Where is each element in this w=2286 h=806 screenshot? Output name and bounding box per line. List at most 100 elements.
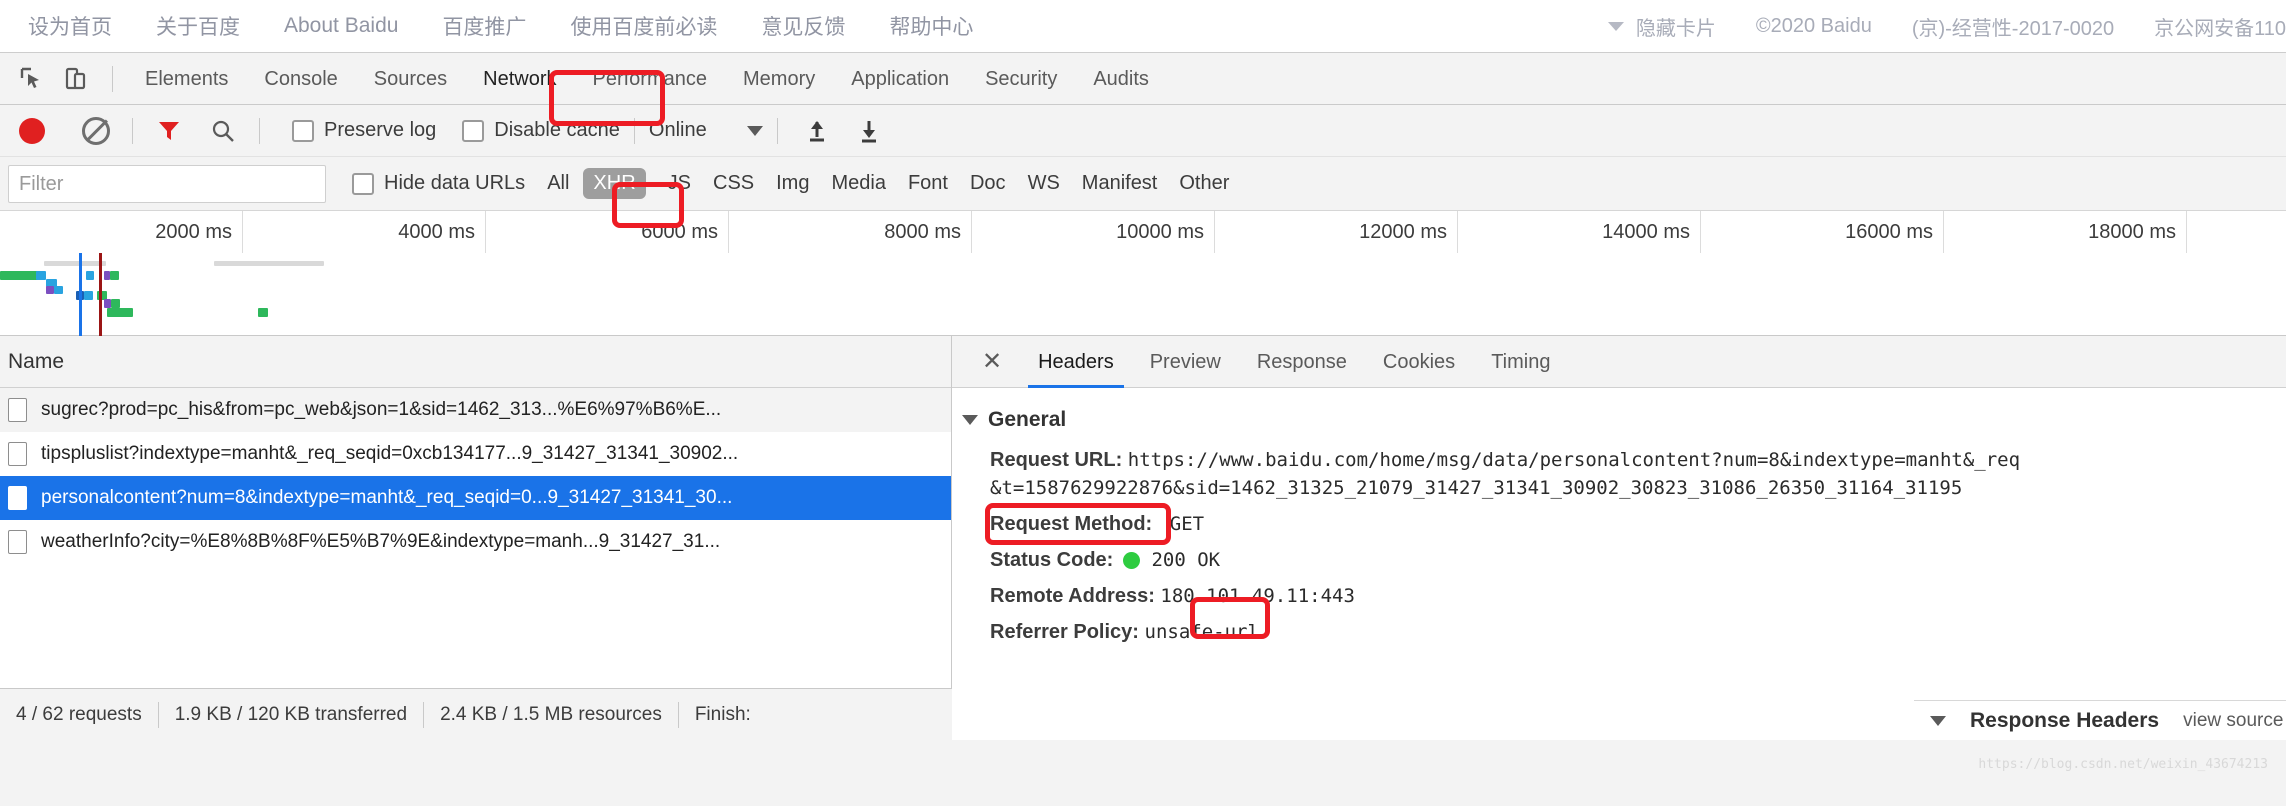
tab-console[interactable]: Console bbox=[246, 53, 355, 105]
chevron-down-icon[interactable] bbox=[746, 125, 763, 136]
toolbar-divider-2 bbox=[259, 117, 260, 144]
dom-content-loaded-marker bbox=[79, 253, 82, 336]
detail-tab-timing[interactable]: Timing bbox=[1473, 336, 1568, 388]
baidu-footer-bar: 设为首页 关于百度 About Baidu 百度推广 使用百度前必读 意见反馈 … bbox=[0, 0, 2286, 52]
hide-cards-button[interactable]: 隐藏卡片 bbox=[1607, 12, 1716, 41]
import-har-button[interactable] bbox=[802, 116, 832, 146]
devtools-panel: Elements Console Sources Network Perform… bbox=[0, 52, 2286, 806]
baidu-link-feedback[interactable]: 意见反馈 bbox=[761, 11, 845, 41]
overview-bar bbox=[111, 299, 120, 308]
table-row[interactable]: weatherInfo?city=%E8%8B%8F%E5%B7%9E&inde… bbox=[0, 520, 951, 564]
export-har-button[interactable] bbox=[854, 116, 884, 146]
search-button[interactable] bbox=[205, 113, 241, 149]
overview-bar bbox=[107, 308, 133, 317]
baidu-link-must-read[interactable]: 使用百度前必读 bbox=[570, 11, 717, 41]
detail-tab-headers[interactable]: Headers bbox=[1020, 336, 1132, 388]
inspect-element-icon[interactable] bbox=[14, 61, 50, 97]
tab-audits[interactable]: Audits bbox=[1075, 53, 1167, 105]
tab-sources[interactable]: Sources bbox=[356, 53, 465, 105]
overview-bar bbox=[54, 286, 63, 294]
filter-type-font[interactable]: Font bbox=[908, 172, 948, 195]
disable-cache-checkbox[interactable]: Disable cache bbox=[462, 119, 620, 142]
preserve-log-checkbox[interactable]: Preserve log bbox=[292, 119, 436, 142]
preserve-log-box[interactable] bbox=[292, 119, 314, 142]
request-url-value-continued[interactable]: &t=1587629922876&sid=1462_31325_21079_31… bbox=[990, 477, 1962, 499]
hide-data-urls-box[interactable] bbox=[352, 172, 374, 195]
request-url-label: Request URL: bbox=[990, 449, 1123, 471]
icp-text: 京公网安备110 bbox=[2154, 17, 2286, 40]
table-row[interactable]: tipspluslist?indextype=manht&_req_seqid=… bbox=[0, 432, 951, 476]
document-icon bbox=[8, 530, 27, 554]
baidu-link-set-home[interactable]: 设为首页 bbox=[28, 11, 112, 41]
filter-type-css[interactable]: CSS bbox=[713, 172, 754, 195]
filter-toggle-button[interactable] bbox=[151, 113, 187, 149]
tab-elements[interactable]: Elements bbox=[127, 53, 246, 105]
disable-cache-label: Disable cache bbox=[494, 119, 620, 141]
response-headers-section[interactable]: Response Headers view source bbox=[1914, 700, 2286, 740]
table-row-selected[interactable]: personalcontent?num=8&indextype=manht&_r… bbox=[0, 476, 951, 520]
response-headers-title: Response Headers bbox=[1970, 708, 2160, 732]
tab-performance[interactable]: Performance bbox=[575, 53, 726, 105]
tabstrip-divider bbox=[112, 65, 113, 92]
referrer-policy-row: Referrer Policy: unsafe-url bbox=[962, 614, 2286, 650]
close-icon[interactable]: ✕ bbox=[964, 347, 1020, 376]
baidu-link-help-center[interactable]: 帮助中心 bbox=[889, 11, 973, 41]
status-ok-icon bbox=[1122, 552, 1140, 570]
baidu-link-about-baidu-en[interactable]: About Baidu bbox=[284, 14, 398, 38]
tab-application[interactable]: Application bbox=[833, 53, 967, 105]
request-url-row-continued: &t=1587629922876&sid=1462_31325_21079_31… bbox=[962, 470, 2286, 506]
timeline-tick: 18000 ms bbox=[1944, 211, 2187, 253]
filter-type-manifest[interactable]: Manifest bbox=[1082, 172, 1158, 195]
overview-waterfall bbox=[0, 253, 2286, 336]
filter-type-media[interactable]: Media bbox=[831, 172, 885, 195]
search-icon bbox=[212, 120, 234, 142]
request-url-value[interactable]: https://www.baidu.com/home/msg/data/pers… bbox=[1128, 449, 2020, 471]
filter-type-ws[interactable]: WS bbox=[1028, 172, 1060, 195]
tab-network[interactable]: Network bbox=[465, 53, 574, 105]
remote-address-value: 180.101.49.11:443 bbox=[1160, 585, 1355, 607]
clear-button[interactable] bbox=[78, 113, 114, 149]
status-code-row: Status Code: 200 OK bbox=[962, 542, 2286, 578]
filter-type-all[interactable]: All bbox=[547, 172, 569, 195]
triangle-down-icon bbox=[962, 415, 978, 425]
detail-tab-preview[interactable]: Preview bbox=[1132, 336, 1239, 388]
baidu-link-promotion[interactable]: 百度推广 bbox=[442, 11, 526, 41]
filter-type-img[interactable]: Img bbox=[776, 172, 809, 195]
table-row[interactable]: sugrec?prod=pc_his&from=pc_web&json=1&si… bbox=[0, 388, 951, 432]
disable-cache-box[interactable] bbox=[462, 119, 485, 142]
timeline-tick: 8000 ms bbox=[729, 211, 972, 253]
toolbar-divider-1 bbox=[132, 117, 133, 144]
general-section-header[interactable]: General bbox=[962, 408, 2286, 432]
detail-tab-response[interactable]: Response bbox=[1239, 336, 1365, 388]
timeline-tick: 14000 ms bbox=[1458, 211, 1701, 253]
hide-data-urls-checkbox[interactable]: Hide data URLs bbox=[352, 172, 525, 195]
column-header-name[interactable]: Name bbox=[0, 336, 951, 388]
status-code-label: Status Code: bbox=[990, 549, 1114, 571]
request-method-label: Request Method: bbox=[990, 513, 1153, 535]
toolbar-divider-3 bbox=[633, 117, 635, 144]
baidu-link-about-baidu-cn[interactable]: 关于百度 bbox=[156, 11, 240, 41]
filter-type-doc[interactable]: Doc bbox=[970, 172, 1006, 195]
network-overview[interactable]: 2000 ms 4000 ms 6000 ms 8000 ms 10000 ms… bbox=[0, 211, 2286, 336]
timeline-ruler: 2000 ms 4000 ms 6000 ms 8000 ms 10000 ms… bbox=[0, 211, 2286, 253]
request-list-pane: Name sugrec?prod=pc_his&from=pc_web&json… bbox=[0, 336, 952, 740]
triangle-down-icon bbox=[1930, 715, 1946, 726]
filter-type-other[interactable]: Other bbox=[1179, 172, 1229, 195]
detail-tab-cookies[interactable]: Cookies bbox=[1365, 336, 1473, 388]
device-toolbar-icon[interactable] bbox=[58, 61, 94, 97]
status-requests: 4 / 62 requests bbox=[16, 703, 142, 725]
timeline-tick: 2000 ms bbox=[0, 211, 243, 253]
filter-input[interactable]: Filter bbox=[8, 164, 326, 203]
view-source-link[interactable]: view source bbox=[2183, 710, 2283, 732]
filter-type-xhr[interactable]: XHR bbox=[583, 168, 646, 199]
tab-memory[interactable]: Memory bbox=[725, 53, 833, 105]
hide-data-urls-label: Hide data URLs bbox=[384, 172, 526, 194]
status-code-value: 200 OK bbox=[1151, 549, 1221, 571]
throttling-select[interactable]: Online bbox=[649, 119, 707, 142]
request-name: tipspluslist?indextype=manht&_req_seqid=… bbox=[41, 443, 739, 464]
record-button[interactable] bbox=[14, 113, 50, 149]
tab-security[interactable]: Security bbox=[967, 53, 1075, 105]
preserve-log-label: Preserve log bbox=[324, 119, 437, 141]
filter-type-js[interactable]: JS bbox=[668, 172, 691, 195]
request-name: personalcontent?num=8&indextype=manht&_r… bbox=[41, 487, 733, 508]
